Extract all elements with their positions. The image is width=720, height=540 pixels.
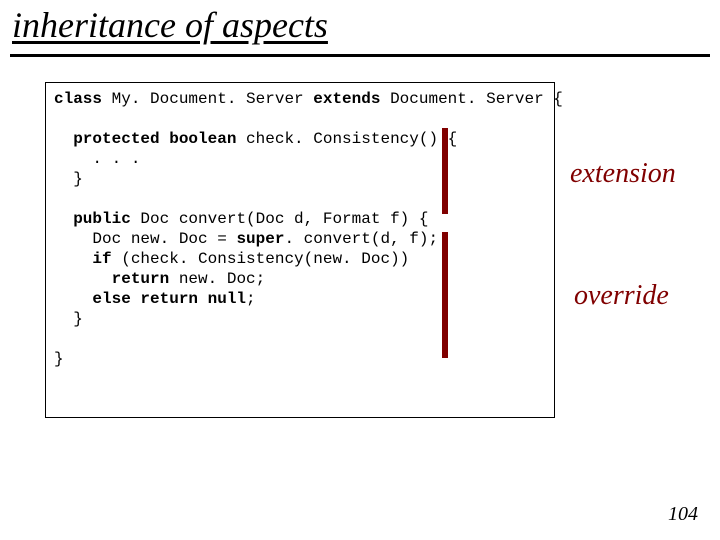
code-block: class My. Document. Server extends Docum… [54, 89, 546, 369]
code-text: . convert(d, f); [284, 230, 438, 248]
kw-public: public [54, 210, 140, 228]
code-text: ; [246, 290, 256, 308]
kw-protected-boolean: protected boolean [54, 130, 236, 148]
code-text: Doc new. Doc = [54, 230, 236, 248]
marker-bar-override [442, 232, 448, 358]
label-override: override [574, 280, 669, 312]
kw-else-return-null: else return null [54, 290, 246, 308]
label-extension: extension [570, 158, 676, 190]
code-box: class My. Document. Server extends Docum… [45, 82, 555, 418]
slide: inheritance of aspects class My. Documen… [0, 0, 720, 540]
kw-return: return [54, 270, 179, 288]
marker-bar-extension [442, 128, 448, 214]
kw-super: super [236, 230, 284, 248]
code-text: Doc convert(Doc d, Format f) { [140, 210, 428, 228]
kw-class: class [54, 90, 102, 108]
kw-extends: extends [313, 90, 380, 108]
code-text: new. Doc; [179, 270, 265, 288]
code-text: Document. Server { [380, 90, 562, 108]
code-text: . . . [54, 150, 140, 168]
code-text: } [54, 350, 64, 368]
kw-if: if [54, 250, 121, 268]
code-text: } [54, 310, 83, 328]
code-text: My. Document. Server [102, 90, 313, 108]
page-number: 104 [668, 503, 698, 526]
code-text: (check. Consistency(new. Doc)) [121, 250, 409, 268]
code-text: } [54, 170, 83, 188]
slide-title: inheritance of aspects [12, 4, 328, 46]
title-rule [10, 54, 710, 57]
code-text: check. Consistency() { [236, 130, 457, 148]
